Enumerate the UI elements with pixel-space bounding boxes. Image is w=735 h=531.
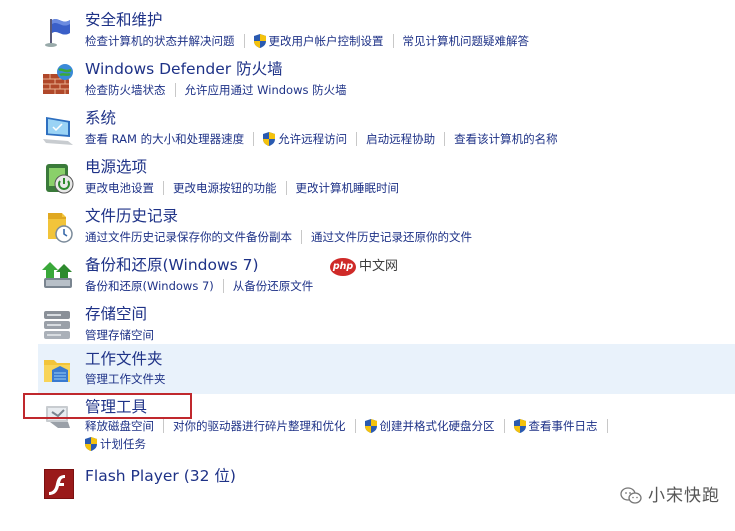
link-computer-name[interactable]: 查看该计算机的名称 [454, 131, 558, 147]
category-links: 管理存储空间 [85, 326, 154, 344]
link-backup-copies[interactable]: 通过文件历史记录保存你的文件备份副本 [85, 229, 292, 245]
link-create-partition[interactable]: 创建并格式化硬盘分区 [380, 418, 495, 434]
link-separator [253, 132, 255, 146]
control-panel-system-security: 安全和维护 检查计算机的状态并解决问题 更改用户帐户控制设置 常见计算机问题疑难… [0, 0, 735, 531]
category-title[interactable]: 安全和维护 [85, 10, 163, 30]
link-restore-from-backup[interactable]: 从备份还原文件 [233, 278, 314, 294]
category-title[interactable]: 存储空间 [85, 304, 147, 324]
highlight-box [23, 393, 192, 419]
link-disk-cleanup[interactable]: 释放磁盘空间 [85, 418, 154, 434]
link-separator [354, 419, 356, 433]
category-title[interactable]: 系统 [85, 108, 116, 128]
link-separator [285, 181, 287, 195]
link-separator [174, 83, 176, 97]
link-view-ram[interactable]: 查看 RAM 的大小和处理器速度 [85, 131, 244, 147]
link-battery-settings[interactable]: 更改电池设置 [85, 180, 154, 196]
category-power: 电源选项 更改电池设置 更改电源按钮的功能 更改计算机睡眠时间 [38, 155, 735, 203]
link-remote-access[interactable]: 允许远程访问 [278, 131, 347, 147]
link-troubleshoot[interactable]: 常见计算机问题疑难解答 [403, 33, 530, 49]
link-partition-wrap[interactable]: 创建并格式化硬盘分区 [364, 418, 495, 434]
link-uac-wrap[interactable]: 更改用户帐户控制设置 [253, 33, 384, 49]
work-folders-icon [40, 352, 76, 388]
link-firewall-status[interactable]: 检查防火墙状态 [85, 82, 166, 98]
link-defragment[interactable]: 对你的驱动器进行碎片整理和优化 [173, 418, 346, 434]
link-remote-assist[interactable]: 启动远程协助 [366, 131, 435, 147]
php-watermark-text: 中文网 [359, 259, 399, 274]
category-file-history: 文件历史记录 通过文件历史记录保存你的文件备份副本 通过文件历史记录还原你的文件 [38, 204, 735, 252]
category-links: 备份和还原(Windows 7) 从备份还原文件 [85, 277, 313, 295]
category-links: 更改电池设置 更改电源按钮的功能 更改计算机睡眠时间 [85, 179, 399, 197]
category-links: 释放磁盘空间 对你的驱动器进行碎片整理和优化 创建并格式化硬盘分区 查看事件日志 [85, 417, 617, 435]
category-security-maintenance: 安全和维护 检查计算机的状态并解决问题 更改用户帐户控制设置 常见计算机问题疑难… [38, 8, 735, 56]
shield-icon [253, 34, 266, 48]
category-title[interactable]: 工作文件夹 [85, 349, 163, 369]
link-event-log-wrap[interactable]: 查看事件日志 [513, 418, 598, 434]
category-title[interactable]: 文件历史记录 [85, 206, 178, 226]
link-separator [392, 34, 394, 48]
link-scheduled-tasks-wrap[interactable]: 计划任务 [85, 436, 146, 452]
shield-icon [364, 419, 377, 433]
link-event-log[interactable]: 查看事件日志 [529, 418, 598, 434]
flag-icon [40, 13, 76, 49]
link-separator [243, 34, 245, 48]
link-manage-work-folders[interactable]: 管理工作文件夹 [85, 371, 166, 387]
link-separator [356, 132, 358, 146]
storage-icon [40, 307, 76, 343]
flash-icon [40, 466, 76, 502]
link-scheduled-tasks[interactable]: 计划任务 [100, 436, 146, 452]
link-check-status[interactable]: 检查计算机的状态并解决问题 [85, 33, 235, 49]
link-sleep-time[interactable]: 更改计算机睡眠时间 [296, 180, 400, 196]
link-restore-files[interactable]: 通过文件历史记录还原你的文件 [311, 229, 472, 245]
shield-icon [263, 132, 276, 146]
backup-icon [40, 258, 76, 294]
link-separator [222, 279, 224, 293]
firewall-icon [40, 62, 76, 98]
link-backup-restore-win7[interactable]: 备份和还原(Windows 7) [85, 278, 214, 294]
category-work-folders: 工作文件夹 管理工作文件夹 [38, 344, 735, 394]
php-watermark-logo: php [330, 258, 356, 276]
category-links: 查看 RAM 的大小和处理器速度 允许远程访问 启动远程协助 查看该计算机的名称 [85, 130, 558, 148]
link-separator [163, 419, 164, 433]
category-title[interactable]: 备份和还原(Windows 7) [85, 255, 259, 275]
link-separator [444, 132, 446, 146]
wechat-icon [620, 487, 642, 504]
brand-watermark: 小宋快跑 [620, 486, 720, 506]
category-title[interactable]: Windows Defender 防火墙 [85, 59, 283, 79]
link-separator [606, 419, 608, 433]
power-icon [40, 160, 76, 196]
category-system: 系统 查看 RAM 的大小和处理器速度 允许远程访问 启动远程协助 查看该计算机… [38, 106, 735, 154]
category-firewall: Windows Defender 防火墙 检查防火墙状态 允许应用通过 Wind… [38, 57, 735, 105]
link-separator [163, 181, 164, 195]
shield-icon [513, 419, 526, 433]
category-links: 通过文件历史记录保存你的文件备份副本 通过文件历史记录还原你的文件 [85, 228, 472, 246]
category-links: 检查计算机的状态并解决问题 更改用户帐户控制设置 常见计算机问题疑难解答 [85, 32, 529, 50]
file-history-icon [40, 209, 76, 245]
brand-text: 小宋快跑 [648, 486, 720, 506]
link-uac-settings[interactable]: 更改用户帐户控制设置 [269, 33, 384, 49]
category-storage-spaces: 存储空间 管理存储空间 [38, 302, 735, 350]
link-remote-access-wrap[interactable]: 允许远程访问 [263, 131, 347, 147]
category-title[interactable]: Flash Player (32 位) [85, 466, 236, 486]
category-links-row2: 计划任务 [85, 435, 146, 453]
link-allow-app[interactable]: 允许应用通过 Windows 防火墙 [185, 82, 347, 98]
link-separator [301, 230, 302, 244]
category-links: 检查防火墙状态 允许应用通过 Windows 防火墙 [85, 81, 347, 99]
link-separator [503, 419, 505, 433]
category-links: 管理工作文件夹 [85, 370, 166, 388]
link-manage-storage[interactable]: 管理存储空间 [85, 327, 154, 343]
category-title[interactable]: 电源选项 [85, 157, 147, 177]
shield-icon [85, 437, 97, 451]
link-power-button[interactable]: 更改电源按钮的功能 [173, 180, 277, 196]
computer-icon [40, 111, 76, 147]
